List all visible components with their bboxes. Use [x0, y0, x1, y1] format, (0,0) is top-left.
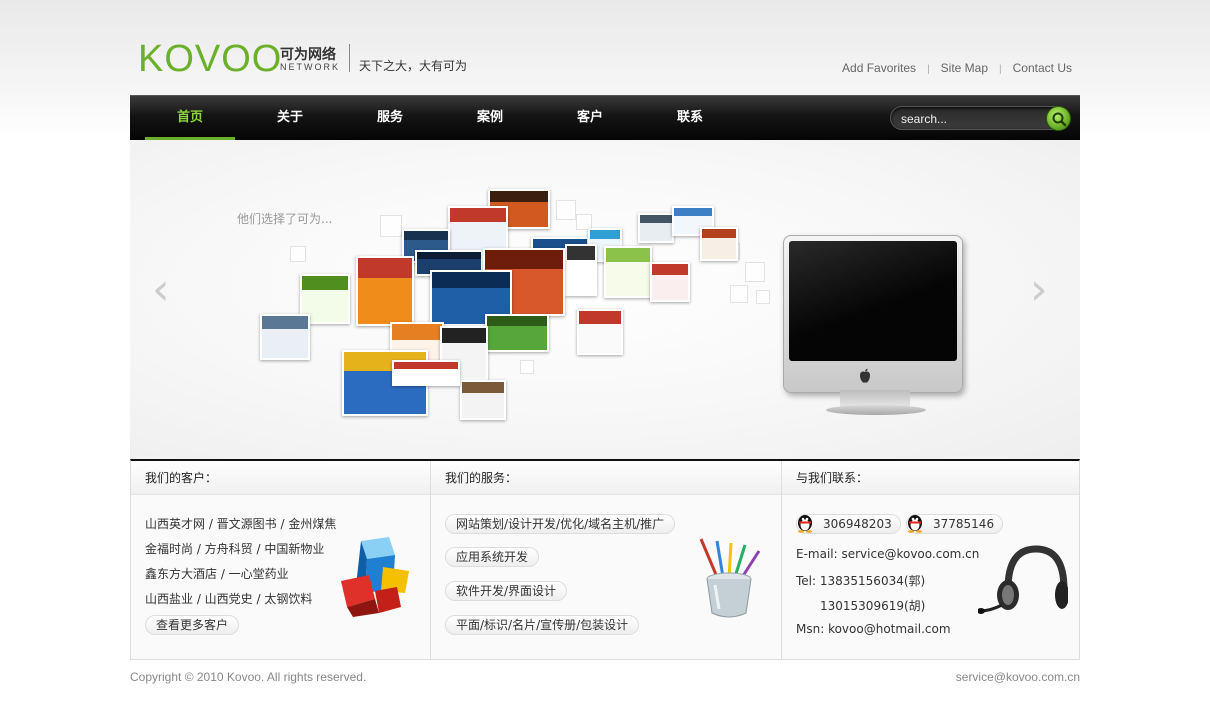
copyright: Copyright © 2010 Kovoo. All rights reser…: [130, 670, 367, 684]
service-item[interactable]: 网站策划/设计开发/优化/域名主机/推广: [445, 514, 676, 534]
site-map-link[interactable]: Site Map: [941, 61, 988, 75]
apple-logo-icon: [858, 368, 872, 388]
nav-active-indicator: [145, 137, 235, 140]
monitor-illustration: [783, 235, 963, 393]
search-input[interactable]: [901, 110, 1041, 128]
clients-panel: 我们的客户： 山西英才网 / 晋文源图书 / 金州煤焦 金福时尚 / 方舟科贸 …: [131, 461, 430, 660]
services-panel: 我们的服务： 网站策划/设计开发/优化/域名主机/推广 应用系统开发 软件开发/…: [431, 461, 781, 660]
main-nav: 首页 关于 服务 案例 客户 联系: [130, 95, 1080, 140]
logo-chinese-name: 可为网络: [280, 47, 336, 63]
search-button[interactable]: [1046, 106, 1071, 131]
client-list-row[interactable]: 鑫东方大酒店 / 一心堂药业: [145, 565, 289, 582]
contact-us-link[interactable]: Contact Us: [1013, 61, 1072, 75]
contact-msn: Msn: kovoo@hotmail.com: [796, 622, 951, 636]
nav-item-about[interactable]: 关于: [245, 96, 335, 140]
info-panels: 我们的客户： 山西英才网 / 晋文源图书 / 金州煤焦 金福时尚 / 方舟科贸 …: [130, 459, 1080, 660]
nav-item-services[interactable]: 服务: [345, 96, 435, 140]
client-list-row[interactable]: 山西盐业 / 山西党史 / 太钢饮料: [145, 590, 312, 607]
service-item[interactable]: 应用系统开发: [445, 547, 540, 567]
top-links: Add Favorites | Site Map | Contact Us: [842, 61, 1072, 75]
clients-panel-title: 我们的客户：: [131, 461, 430, 495]
logo-subtitle: NETWORK: [280, 62, 340, 72]
nav-item-home[interactable]: 首页: [145, 96, 235, 140]
magnifier-icon: [1052, 112, 1067, 127]
contact-tel: Tel: 13835156034(郭): [796, 574, 926, 588]
pencil-cup-icon: [699, 538, 761, 618]
footer-email-link[interactable]: service@kovoo.com.cn: [956, 670, 1080, 684]
contact-email[interactable]: E-mail: service@kovoo.com.cn: [796, 547, 979, 561]
logo-divider: [349, 44, 350, 72]
client-list-row[interactable]: 金福时尚 / 方舟科贸 / 中国新物业: [145, 540, 324, 557]
service-item[interactable]: 平面/标识/名片/宣传册/包装设计: [445, 615, 640, 635]
nav-item-cases[interactable]: 案例: [445, 96, 535, 140]
slider-next-arrow-icon[interactable]: ›: [1030, 268, 1054, 312]
client-list-row[interactable]: 山西英才网 / 晋文源图书 / 金州煤焦: [145, 515, 336, 532]
link-separator: |: [999, 64, 1002, 75]
qq-penguin-icon: [908, 515, 922, 533]
nav-item-contact[interactable]: 联系: [645, 96, 735, 140]
service-item[interactable]: 软件开发/界面设计: [445, 581, 568, 601]
contact-tel-2: 13015309619(胡): [820, 599, 926, 613]
services-panel-title: 我们的服务：: [431, 461, 781, 495]
monitor-base: [826, 405, 926, 415]
logo-wordmark: KOVOO: [138, 38, 283, 80]
search-box: [890, 106, 1071, 131]
contact-panel: 与我们联系： 306948203 37785146 E-mail: servic…: [782, 461, 1079, 660]
nav-item-clients[interactable]: 客户: [545, 96, 635, 140]
link-separator: |: [927, 64, 930, 75]
qq-penguin-icon: [798, 515, 812, 533]
slogan: 天下之大，大有可为: [359, 59, 468, 73]
monitor-screen: [789, 241, 957, 361]
contact-panel-title: 与我们联系：: [782, 461, 1079, 495]
headset-icon: [978, 545, 1068, 614]
add-favorites-link[interactable]: Add Favorites: [842, 61, 916, 75]
slider-prev-arrow-icon[interactable]: ‹: [152, 268, 176, 312]
hero-caption: 他们选择了可为...: [237, 212, 333, 226]
more-clients-button[interactable]: 查看更多客户: [145, 615, 240, 635]
cubes-icon: [341, 537, 409, 617]
